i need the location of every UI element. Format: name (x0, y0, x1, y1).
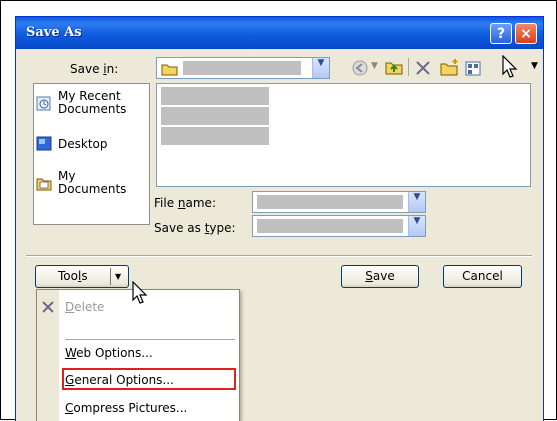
views-dropdown-icon[interactable]: ▼ (531, 61, 538, 71)
save-button[interactable]: Save (341, 265, 419, 288)
delete-icon (42, 301, 54, 313)
delete-icon[interactable] (414, 59, 432, 77)
place-label: Documents (58, 102, 127, 116)
save-as-type-combobox[interactable]: ▼ (252, 215, 426, 237)
dialog-title: Save As (26, 25, 82, 40)
place-my-recent-documents[interactable]: My Recent Documents (36, 90, 146, 118)
redacted-file-item[interactable] (161, 107, 269, 125)
place-label: Desktop (58, 137, 108, 151)
chevron-down-icon[interactable]: ▼ (312, 58, 329, 78)
chevron-down-icon[interactable]: ▼ (115, 266, 121, 287)
menu-item-delete[interactable]: Delete (65, 300, 104, 314)
back-dropdown-icon[interactable]: ▼ (371, 61, 378, 71)
back-icon[interactable] (351, 59, 369, 77)
redacted-file-item[interactable] (161, 127, 269, 145)
my-documents-icon (36, 178, 52, 191)
save-in-label: Save in: (70, 62, 119, 76)
redacted-folder-name (183, 61, 301, 75)
file-list[interactable] (156, 83, 531, 187)
desktop-icon (36, 136, 52, 151)
toolbar-separator (408, 58, 409, 76)
place-my-documents[interactable]: My Documents (36, 170, 146, 198)
folder-icon (161, 64, 178, 76)
cancel-button[interactable]: Cancel (443, 265, 522, 288)
up-folder-icon[interactable] (384, 58, 404, 76)
chevron-down-icon[interactable]: ▼ (408, 192, 425, 212)
chevron-down-icon[interactable]: ▼ (408, 216, 425, 236)
menu-separator (65, 339, 235, 340)
close-button[interactable]: × (515, 23, 537, 44)
highlight-box (62, 368, 236, 390)
button-divider (110, 268, 111, 285)
redacted-file-item[interactable] (161, 87, 269, 105)
save-as-type-label: Save as type: (154, 221, 236, 235)
divider (26, 255, 532, 257)
recent-documents-icon (36, 96, 51, 111)
save-in-combobox[interactable]: ▼ (156, 57, 330, 79)
file-name-combobox[interactable]: ▼ (252, 191, 426, 213)
mouse-cursor-icon (132, 281, 148, 304)
tools-button-label: Tools (58, 269, 88, 283)
new-folder-icon[interactable] (439, 57, 461, 77)
title-bar[interactable]: Save As ? × (16, 17, 543, 49)
save-button-label: Save (365, 269, 395, 283)
place-desktop[interactable]: Desktop (36, 136, 146, 154)
redacted-file-type (257, 219, 403, 233)
place-label: Documents (58, 182, 127, 196)
redacted-file-name (257, 195, 403, 209)
places-bar: My Recent Documents Desktop My Documents (33, 83, 150, 225)
tools-menu: Delete Web Options... General Options...… (36, 289, 240, 421)
menu-item-web-options[interactable]: Web Options... (65, 346, 153, 360)
tools-button[interactable]: Tools ▼ (35, 265, 129, 288)
help-button[interactable]: ? (490, 23, 512, 44)
views-icon[interactable] (464, 58, 486, 78)
mouse-cursor-icon (502, 55, 518, 78)
menu-item-compress-pictures[interactable]: Compress Pictures... (65, 401, 187, 415)
file-name-label: File name: (154, 196, 216, 210)
